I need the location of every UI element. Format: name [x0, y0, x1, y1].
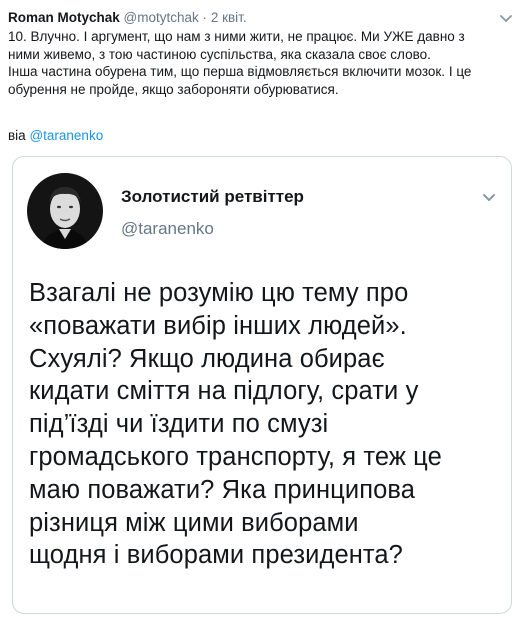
via-link[interactable]: @taranenko [29, 128, 103, 143]
embedded-text-line: щодня і виборами президента? [29, 541, 403, 570]
embedded-author-handle[interactable]: @taranenko [121, 219, 214, 239]
avatar[interactable] [27, 173, 103, 249]
tweet-header: Roman Motychak @motytchak · 2 квіт. [8, 10, 484, 26]
embedded-text-line: Взагалі не розумію цю тему про [29, 279, 409, 307]
via-label: віа [8, 128, 26, 143]
embedded-text-line: різниця між цими виборами [29, 508, 359, 537]
tweet-text-line: 10. Влучно. І аргумент, що нам з ними жи… [8, 29, 465, 44]
embedded-tweet-text: Взагалі не розумію цю тему про «поважати… [29, 277, 507, 572]
embedded-text-line: маю поважати? Яка принципова [29, 475, 416, 504]
tweet-text: 10. Влучно. І аргумент, що нам з ними жи… [8, 28, 514, 98]
embedded-text-line: Схуялі? Якщо людина обирає [29, 344, 385, 373]
chevron-down-icon[interactable] [481, 189, 497, 205]
embedded-text-line: під’їзді чи їздити по смузі [29, 410, 329, 439]
tweet: Roman Motychak @motytchak · 2 квіт. 10. … [0, 0, 524, 619]
author-name[interactable]: Roman Motychak [8, 10, 120, 25]
via-line: віа @taranenko [8, 128, 103, 144]
tweet-text-line: обурення не пройде, якщо забороняти обур… [8, 81, 339, 97]
tweet-timestamp[interactable]: 2 квіт. [211, 10, 247, 25]
embedded-text-line: «поважати вибір інших людей». [29, 311, 407, 340]
embedded-text-line: громадського транспорту, я теж це [29, 442, 442, 471]
embedded-tweet-card[interactable]: Золотистий ретвіттер @taranenko Взагалі … [12, 156, 512, 614]
embedded-text-line: кидати сміття на підлогу, срати у [29, 377, 419, 406]
embedded-author-name[interactable]: Золотистий ретвіттер [121, 187, 304, 207]
chevron-down-icon[interactable] [499, 11, 513, 25]
separator-dot: · [202, 10, 208, 25]
tweet-text-line: ними живемо, з тою частиною суспільства,… [8, 46, 431, 62]
tweet-text-line: Інша частина обурена тим, що перша відмо… [8, 64, 472, 79]
author-handle[interactable]: @motytchak [124, 10, 199, 25]
